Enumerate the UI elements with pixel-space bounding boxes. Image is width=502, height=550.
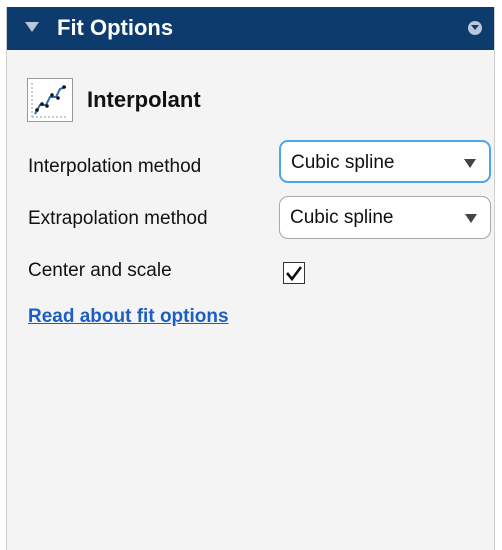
center-and-scale-checkbox[interactable] [283, 262, 305, 284]
panel-menu-icon[interactable] [468, 21, 482, 35]
interpolation-method-dropdown[interactable]: Cubic spline [279, 140, 491, 183]
extrapolation-method-dropdown[interactable]: Cubic spline [279, 196, 491, 239]
fit-options-panel: Fit Options Interpolant Interpolation me… [6, 7, 495, 550]
fit-type-label: Interpolant [87, 87, 201, 112]
read-about-fit-options-link[interactable]: Read about fit options [28, 305, 229, 329]
extrapolation-method-value: Cubic spline [290, 207, 394, 228]
dropdown-arrow-icon [464, 159, 476, 168]
panel-title: Fit Options [57, 15, 174, 40]
interpolation-method-label: Interpolation method [28, 156, 202, 177]
interpolation-method-value: Cubic spline [291, 152, 395, 173]
panel-title-bar[interactable]: Fit Options [7, 7, 494, 50]
interpolant-fit-icon [27, 78, 73, 122]
dropdown-arrow-icon [465, 214, 477, 223]
checkmark-icon [286, 266, 303, 282]
center-and-scale-label: Center and scale [28, 260, 172, 281]
collapse-arrow-icon[interactable] [25, 22, 39, 32]
extrapolation-method-label: Extrapolation method [28, 208, 208, 229]
